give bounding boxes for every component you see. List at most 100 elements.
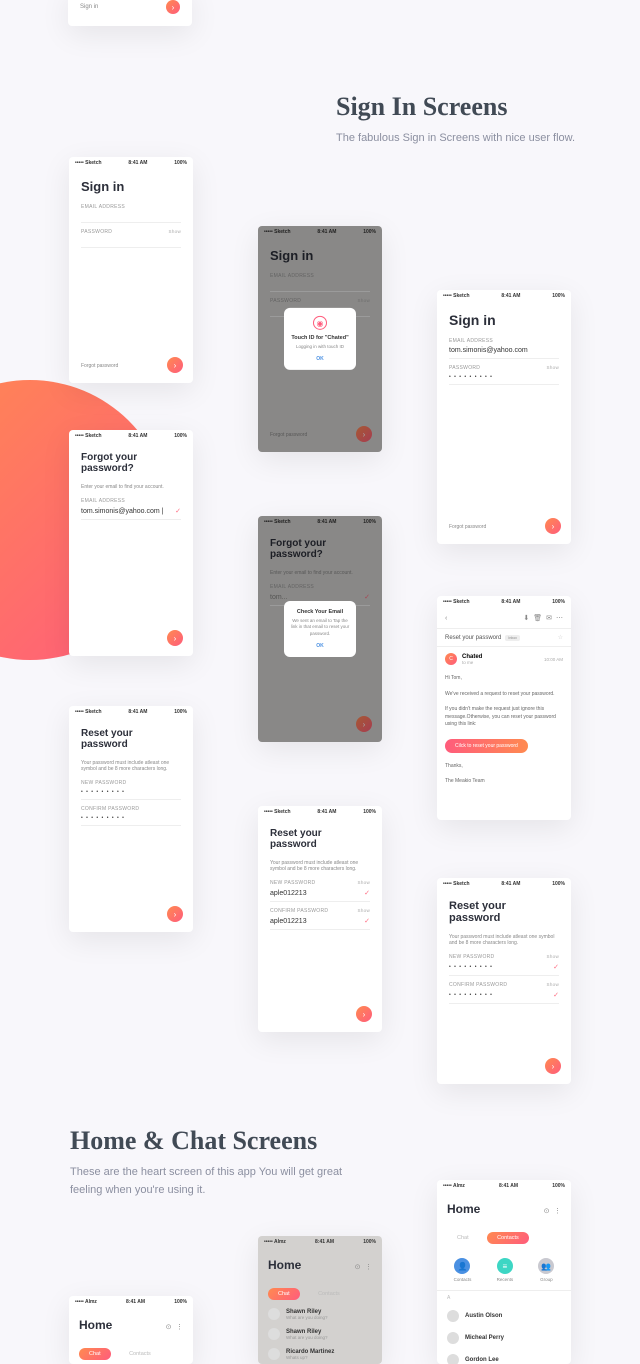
section-signin-intro: Sign In Screens The fabulous Sign in Scr… (336, 92, 575, 148)
email-greeting: Hi Tom, (437, 671, 571, 687)
email-line: We've received a request to reset your p… (437, 687, 571, 703)
page-title: Sign in (449, 312, 559, 328)
avatar (447, 1310, 459, 1322)
modal-title: Check Your Email (290, 609, 350, 615)
email-label: EMAIL ADDRESS (449, 338, 559, 344)
contacts-icon: 👤 (454, 1258, 470, 1274)
email-to: to me (462, 660, 539, 665)
chat-row[interactable]: Shawn RileyWhat are you doing? (258, 1304, 382, 1324)
tab-contacts[interactable]: Contacts (487, 1232, 529, 1244)
new-password-input[interactable]: aple012213✓ (270, 889, 370, 902)
forgot-link[interactable]: Forgot password (449, 524, 486, 530)
sender-avatar: C (445, 653, 457, 665)
screen-signin-touchid: ••••• Sketch8:41 AM100% Sign in EMAIL AD… (258, 226, 382, 452)
email-time: 10:00 AM (544, 657, 563, 662)
next-button[interactable]: › (167, 357, 183, 373)
forgot-link[interactable]: Forgot password (81, 363, 118, 369)
contact-row[interactable]: Gordon Lee (437, 1349, 571, 1364)
email-input[interactable]: tom.simonis@yahoo.com (449, 347, 559, 359)
section-letter: A (437, 1291, 571, 1305)
screen-forgot: ••••• Sketch8:41 AM100% Forgot your pass… (69, 430, 193, 656)
tab-chat[interactable]: Chat (268, 1288, 300, 1300)
check-email-modal: Check Your Email We sent an email to Tap… (284, 601, 356, 657)
next-button[interactable]: › (356, 1006, 372, 1022)
password-input[interactable] (81, 238, 181, 248)
email-label: EMAIL ADDRESS (81, 204, 181, 210)
next-button[interactable]: › (545, 1058, 561, 1074)
new-password-input[interactable]: • • • • • • • • • (81, 789, 181, 800)
search-icon[interactable]: ⊙ (355, 1264, 361, 1271)
email-line: If you didn't make the request just igno… (437, 702, 571, 733)
show-toggle[interactable]: Show (169, 229, 181, 235)
chat-row[interactable]: Shawn RileyWhat are you doing? (258, 1324, 382, 1344)
screen-reset-dots: ••••• Sketch8:41 AM100% Reset your passw… (437, 878, 571, 1084)
avatar (447, 1332, 459, 1344)
tab-contacts[interactable]: Contacts (308, 1288, 350, 1300)
category-contacts[interactable]: 👤Contacts (454, 1258, 472, 1282)
confirm-password-input[interactable]: • • • • • • • • • (81, 815, 181, 826)
contact-row[interactable]: Austin Olson (437, 1305, 571, 1327)
contact-name: Austin Olson (465, 1313, 502, 1319)
tab-chat[interactable]: Chat (79, 1348, 111, 1360)
back-icon[interactable]: ‹ (445, 615, 447, 622)
more-icon[interactable]: ⋮ (176, 1324, 183, 1331)
touchid-modal: ◉ Touch ID for "Chated" Logging in with … (284, 308, 356, 370)
page-subtitle: Enter your email to find your account. (81, 484, 181, 490)
more-icon[interactable]: ⋮ (365, 1264, 372, 1271)
home-title: Home (79, 1318, 112, 1332)
confirm-password-input[interactable]: • • • • • • • • •✓ (449, 991, 559, 1004)
home-title: Home (447, 1202, 480, 1216)
email-input[interactable]: tom.simonis@yahoo.com |✓ (81, 507, 181, 520)
email-subject: Reset your password (445, 635, 501, 641)
check-icon: ✓ (364, 917, 370, 925)
email-input[interactable] (81, 213, 181, 223)
page-title: Reset your password (81, 728, 181, 750)
modal-text: Logging in with touch ID (290, 344, 350, 350)
email-team: The Meakio Team (437, 774, 571, 790)
next-button[interactable]: › (167, 630, 183, 646)
section-title: Sign In Screens (336, 92, 575, 122)
password-label: PASSWORDShow (81, 229, 181, 235)
screen-email: ••••• Sketch8:41 AM100% ‹ ⬇ 🗑 ✉ ⋯ Reset … (437, 596, 571, 820)
statusbar: ••••• Sketch8:41 AM100% (69, 157, 193, 169)
next-button[interactable]: › (167, 906, 183, 922)
new-password-input[interactable]: • • • • • • • • •✓ (449, 963, 559, 976)
check-icon: ✓ (364, 889, 370, 897)
fingerprint-icon: ◉ (313, 316, 327, 330)
screen-forgot-modal: ••••• Sketch8:41 AM100% Forgot your pass… (258, 516, 382, 742)
more-icon[interactable]: ⋯ (556, 614, 563, 622)
email-label: EMAIL ADDRESS (81, 498, 181, 504)
archive-icon[interactable]: ⬇ (523, 614, 529, 622)
ok-button[interactable]: OK (290, 643, 350, 649)
contact-name: Gordon Lee (465, 1357, 499, 1363)
more-icon[interactable]: ⋮ (554, 1208, 561, 1215)
chat-row[interactable]: Ricardo MartinezWhats up? (258, 1344, 382, 1364)
search-icon[interactable]: ⊙ (166, 1324, 172, 1331)
reset-link-button[interactable]: Cilck to reset your password (445, 739, 528, 753)
ok-button[interactable]: OK (290, 356, 350, 362)
search-icon[interactable]: ⊙ (544, 1208, 550, 1215)
next-button[interactable]: › (545, 518, 561, 534)
next-button[interactable]: › (166, 0, 180, 14)
show-toggle[interactable]: Show (547, 365, 559, 371)
signin-link[interactable]: Sign in (80, 4, 98, 10)
home-title: Home (268, 1258, 301, 1272)
password-input[interactable]: • • • • • • • • • (449, 374, 559, 385)
category-group[interactable]: 👥Group (538, 1258, 554, 1282)
trash-icon[interactable]: 🗑 (533, 614, 542, 622)
mail-icon[interactable]: ✉ (546, 614, 552, 622)
screen-signin-empty: ••••• Sketch8:41 AM100% Sign in EMAIL AD… (69, 157, 193, 383)
category-recents[interactable]: ≡Recents (497, 1258, 514, 1282)
recents-icon: ≡ (497, 1258, 513, 1274)
screen-reset-empty: ••••• Sketch8:41 AM100% Reset your passw… (69, 706, 193, 932)
contact-row[interactable]: Micheal Perry (437, 1327, 571, 1349)
section-home-intro: Home & Chat Screens These are the heart … (70, 1126, 360, 1199)
statusbar: ••••• Sketch8:41 AM100% (437, 290, 571, 302)
modal-text: We sent an email to Tap the link in that… (290, 618, 350, 637)
screen-home-contacts: ••••• Almz8:41 AM100% Home ⊙ ⋮ Chat Cont… (437, 1180, 571, 1364)
confirm-password-input[interactable]: aple012213✓ (270, 917, 370, 930)
star-icon[interactable]: ☆ (558, 634, 563, 641)
tab-contacts[interactable]: Contacts (119, 1348, 161, 1360)
page-title: Sign in (81, 179, 181, 194)
tab-chat[interactable]: Chat (447, 1232, 479, 1244)
